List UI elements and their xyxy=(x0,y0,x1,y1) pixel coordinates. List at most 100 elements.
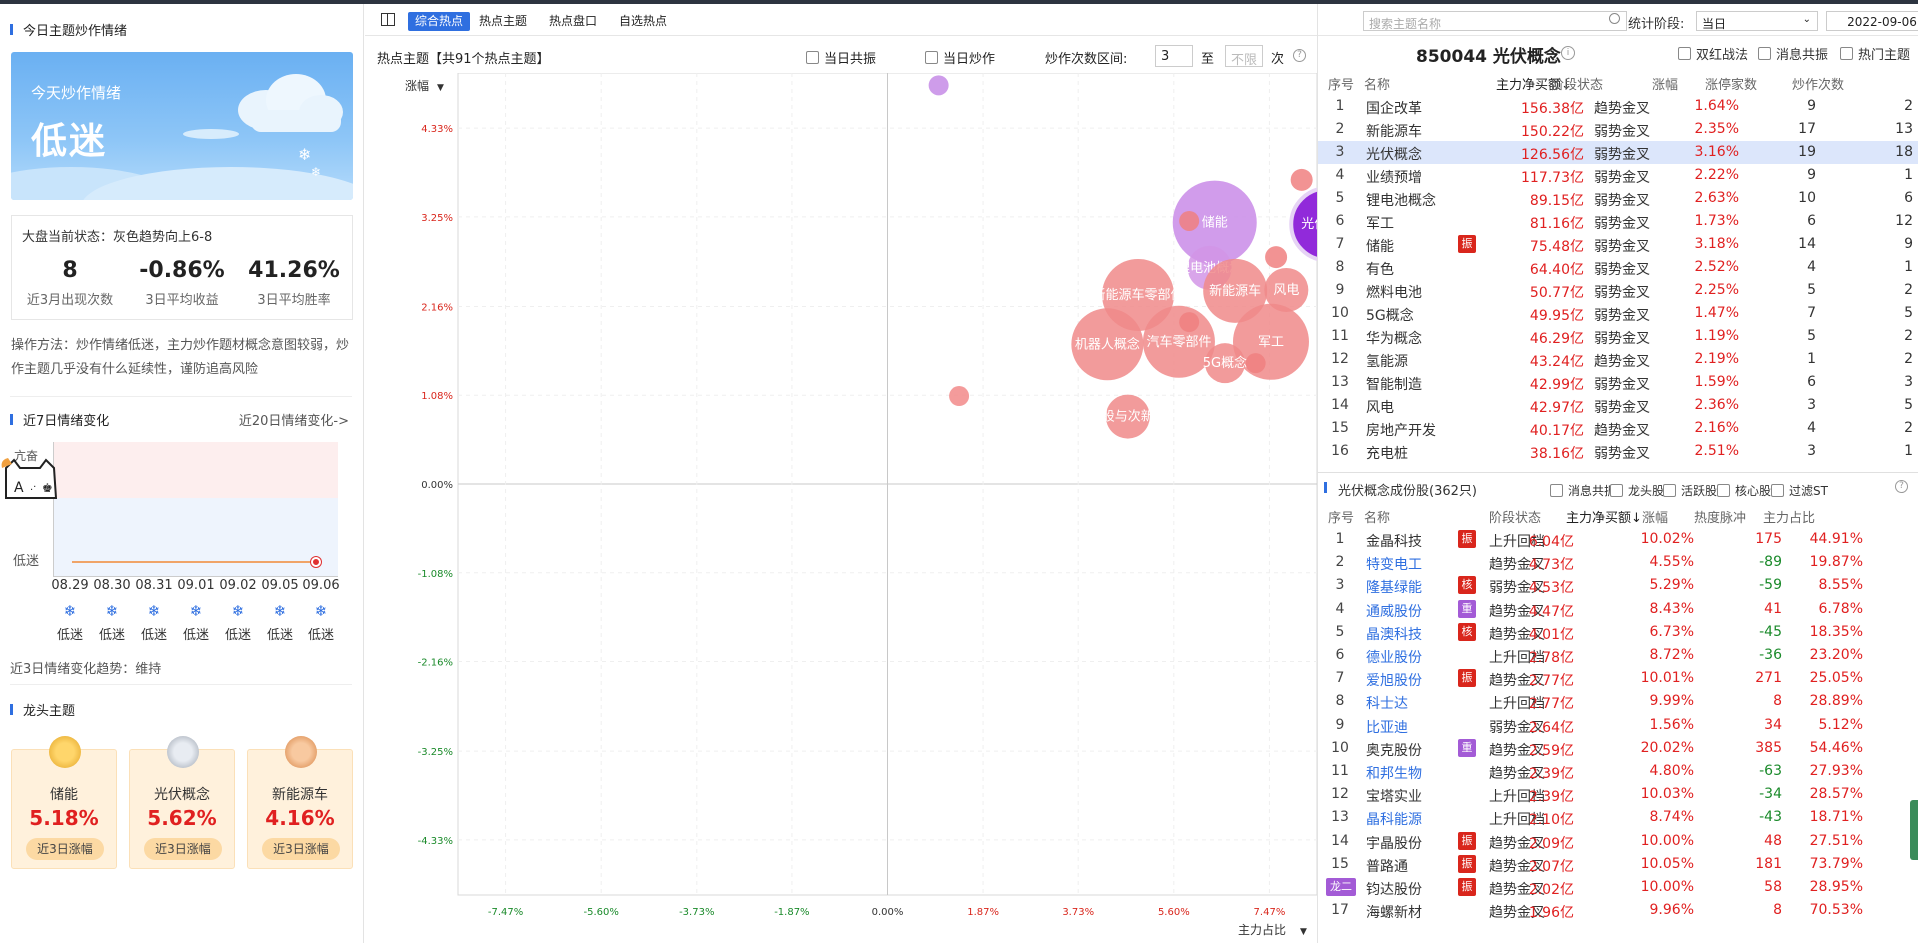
search-icon[interactable] xyxy=(1609,13,1620,24)
checkbox-box[interactable] xyxy=(1550,484,1563,497)
hot-theme-checkbox[interactable]: 热门主题 xyxy=(1840,44,1910,63)
stock-name[interactable]: 普路通 xyxy=(1366,856,1408,876)
range-to-input[interactable]: 不限 xyxy=(1225,45,1263,68)
stock-name[interactable]: 奥克股份 xyxy=(1366,740,1422,760)
dragon-card-3[interactable]: 新能源车 4.16% 近3日涨幅 xyxy=(247,736,353,869)
bubble-circle[interactable] xyxy=(1179,210,1200,231)
themes-header-cell[interactable]: 序号 xyxy=(1328,74,1354,93)
stocks-header-cell[interactable]: 阶段状态 xyxy=(1489,507,1541,526)
theme-row[interactable]: 10 5G概念 49.95亿 弱势金叉 1.47% 7 5 xyxy=(1318,302,1918,325)
dragon-card-button[interactable]: 近3日涨幅 xyxy=(26,838,104,860)
tab-custom-hot[interactable]: 自选热点 xyxy=(612,12,674,31)
theme-bubble[interactable] xyxy=(1290,168,1313,191)
stock-name[interactable]: 金晶科技 xyxy=(1366,531,1422,551)
stock-row[interactable]: 3 隆基绿能核弱势金叉 4.53亿 5.29% -59 8.55% xyxy=(1318,574,1918,597)
checkbox-box[interactable] xyxy=(1840,47,1853,60)
same-day-resonance-checkbox[interactable]: 当日共振 xyxy=(806,48,876,67)
bubble-circle[interactable] xyxy=(1245,353,1266,374)
themes-header-cell[interactable]: 炒作次数 xyxy=(1792,74,1844,93)
y-axis-dropdown-icon[interactable]: ▼ xyxy=(437,83,444,93)
stock-name[interactable]: 钧达股份 xyxy=(1366,879,1422,899)
stock-name[interactable]: 海螺新材 xyxy=(1366,902,1422,922)
checkbox-box[interactable] xyxy=(1771,484,1784,497)
theme-bubble[interactable]: 光伏概念 xyxy=(1289,187,1317,261)
dragon-card-button[interactable]: 近3日涨幅 xyxy=(262,838,340,860)
theme-row[interactable]: 9 燃料电池 50.77亿 弱势金叉 2.25% 5 2 xyxy=(1318,279,1918,302)
stock-filter-checkbox[interactable]: 核心股 xyxy=(1717,482,1771,499)
stocks-header-cell[interactable]: 主力净买额↓ xyxy=(1566,507,1642,526)
cat-mascot-icon[interactable]: A .· ♚ xyxy=(0,450,60,510)
theme-row[interactable]: 14 风电 42.97亿 弱势金叉 2.36% 3 5 xyxy=(1318,394,1918,417)
bubble-circle[interactable] xyxy=(1179,312,1200,333)
bubble-circle[interactable] xyxy=(949,386,970,407)
theme-row[interactable]: 3 光伏概念 126.56亿 弱势金叉 3.16% 19 18 xyxy=(1318,141,1918,164)
stock-name[interactable]: 爱旭股份 xyxy=(1366,670,1422,690)
dragon-card-2[interactable]: 光伏概念 5.62% 近3日涨幅 xyxy=(129,736,235,869)
theme-row[interactable]: 12 氢能源 43.24亿 趋势金叉 2.19% 1 2 xyxy=(1318,348,1918,371)
stock-name[interactable]: 特变电工 xyxy=(1366,554,1422,574)
theme-bubble[interactable] xyxy=(1179,312,1200,333)
stock-row[interactable]: 1 金晶科技振上升回档 6.04亿 10.02% 175 44.91% xyxy=(1318,528,1918,551)
checkbox-box[interactable] xyxy=(925,51,938,64)
stock-row[interactable]: 9 比亚迪 弱势金叉 2.64亿 1.56% 34 5.12% xyxy=(1318,714,1918,737)
theme-row[interactable]: 8 有色 64.40亿 弱势金叉 2.52% 4 1 xyxy=(1318,256,1918,279)
theme-bubble[interactable] xyxy=(928,75,949,96)
stock-row[interactable]: 12 宝塔实业 上升回档 2.39亿 10.03% -34 28.57% xyxy=(1318,783,1918,806)
scroll-handle[interactable] xyxy=(1910,800,1918,860)
stock-name[interactable]: 隆基绿能 xyxy=(1366,577,1422,597)
stock-row[interactable]: 5 晶澳科技核趋势金叉 4.01亿 6.73% -45 18.35% xyxy=(1318,621,1918,644)
theme-bubble[interactable] xyxy=(949,386,970,407)
same-day-hype-checkbox[interactable]: 当日炒作 xyxy=(925,48,995,67)
range-from-input[interactable]: 3 xyxy=(1155,45,1193,67)
stocks-header-cell[interactable]: 热度脉冲 xyxy=(1694,507,1746,526)
y-axis-label[interactable]: 涨幅 xyxy=(405,78,429,93)
theme-row[interactable]: 11 华为概念 46.29亿 弱势金叉 1.19% 5 2 xyxy=(1318,325,1918,348)
theme-row[interactable]: 16 充电桩 38.16亿 弱势金叉 2.51% 3 1 xyxy=(1318,440,1918,463)
dragon-card-1[interactable]: 储能 5.18% 近3日涨幅 xyxy=(11,736,117,869)
stocks-header-cell[interactable]: 涨幅 xyxy=(1642,507,1668,526)
stock-row[interactable]: 7 爱旭股份振趋势金叉 2.77亿 10.01% 271 25.05% xyxy=(1318,667,1918,690)
theme-bubble[interactable] xyxy=(1245,353,1266,374)
stage-select[interactable]: 当日 ⌄ xyxy=(1696,11,1818,31)
stock-filter-checkbox[interactable]: 消息共振 xyxy=(1550,482,1616,499)
x-axis-label[interactable]: 主力占比 xyxy=(1238,922,1286,937)
stocks-header-cell[interactable]: 主力占比 xyxy=(1763,507,1815,526)
double-red-checkbox[interactable]: 双红战法 xyxy=(1678,44,1748,63)
twenty-day-link[interactable]: 近20日情绪变化-> xyxy=(239,410,349,429)
checkbox-box[interactable] xyxy=(806,51,819,64)
x-axis-dropdown-icon[interactable]: ▼ xyxy=(1300,927,1307,937)
bubble-circle[interactable] xyxy=(1265,246,1288,269)
checkbox-box[interactable] xyxy=(1717,484,1730,497)
stock-name[interactable]: 晶科能源 xyxy=(1366,809,1422,829)
toggle-sidebar-icon[interactable] xyxy=(381,13,395,26)
stock-row[interactable]: 6 德业股份 上升回档 2.78亿 8.72% -36 23.20% xyxy=(1318,644,1918,667)
stock-row[interactable]: 8 科士达 上升回档 2.77亿 9.99% 8 28.89% xyxy=(1318,690,1918,713)
theme-row[interactable]: 15 房地产开发 40.17亿 趋势金叉 2.16% 4 2 xyxy=(1318,417,1918,440)
theme-bubble[interactable]: 机器人概念 xyxy=(1071,308,1144,381)
date-input[interactable]: 2022-09-06 xyxy=(1826,11,1918,31)
bubble-circle[interactable] xyxy=(1290,168,1313,191)
stock-name[interactable]: 晶澳科技 xyxy=(1366,624,1422,644)
stock-filter-checkbox[interactable]: 活跃股 xyxy=(1663,482,1717,499)
stock-row[interactable]: 10 奥克股份重趋势金叉 2.59亿 20.02% 385 54.46% xyxy=(1318,737,1918,760)
checkbox-box[interactable] xyxy=(1678,47,1691,60)
theme-row[interactable]: 1 国企改革 156.38亿 趋势金叉 1.64% 9 2 xyxy=(1318,95,1918,118)
stock-filter-checkbox[interactable]: 龙头股 xyxy=(1610,482,1664,499)
theme-bubble[interactable]: 新股与次新股 xyxy=(1089,394,1167,439)
theme-row[interactable]: 5 锂电池概念 89.15亿 弱势金叉 2.63% 10 6 xyxy=(1318,187,1918,210)
stock-row[interactable]: 4 通威股份重趋势金叉 4.47亿 8.43% 41 6.78% xyxy=(1318,598,1918,621)
theme-search-input[interactable]: 搜索主题名称 xyxy=(1363,11,1627,31)
theme-row[interactable]: 2 新能源车 150.22亿 弱势金叉 2.35% 17 13 xyxy=(1318,118,1918,141)
themes-header-cell[interactable]: 涨停家数 xyxy=(1705,74,1757,93)
info-icon[interactable]: i xyxy=(1561,46,1575,60)
themes-header-cell[interactable]: 名称 xyxy=(1364,74,1390,93)
stock-row[interactable]: 龙二 钧达股份振趋势金叉 2.02亿 10.00% 58 28.95% xyxy=(1318,876,1918,899)
checkbox-box[interactable] xyxy=(1610,484,1623,497)
stock-filter-checkbox[interactable]: 过滤ST xyxy=(1771,482,1828,499)
theme-row[interactable]: 13 智能制造 42.99亿 弱势金叉 1.59% 6 3 xyxy=(1318,371,1918,394)
stock-row[interactable]: 11 和邦生物 趋势金叉 2.39亿 4.80% -63 27.93% xyxy=(1318,760,1918,783)
themes-header-cell[interactable]: 涨幅 xyxy=(1652,74,1678,93)
checkbox-box[interactable] xyxy=(1758,47,1771,60)
help-icon[interactable]: ? xyxy=(1293,49,1306,62)
checkbox-box[interactable] xyxy=(1663,484,1676,497)
